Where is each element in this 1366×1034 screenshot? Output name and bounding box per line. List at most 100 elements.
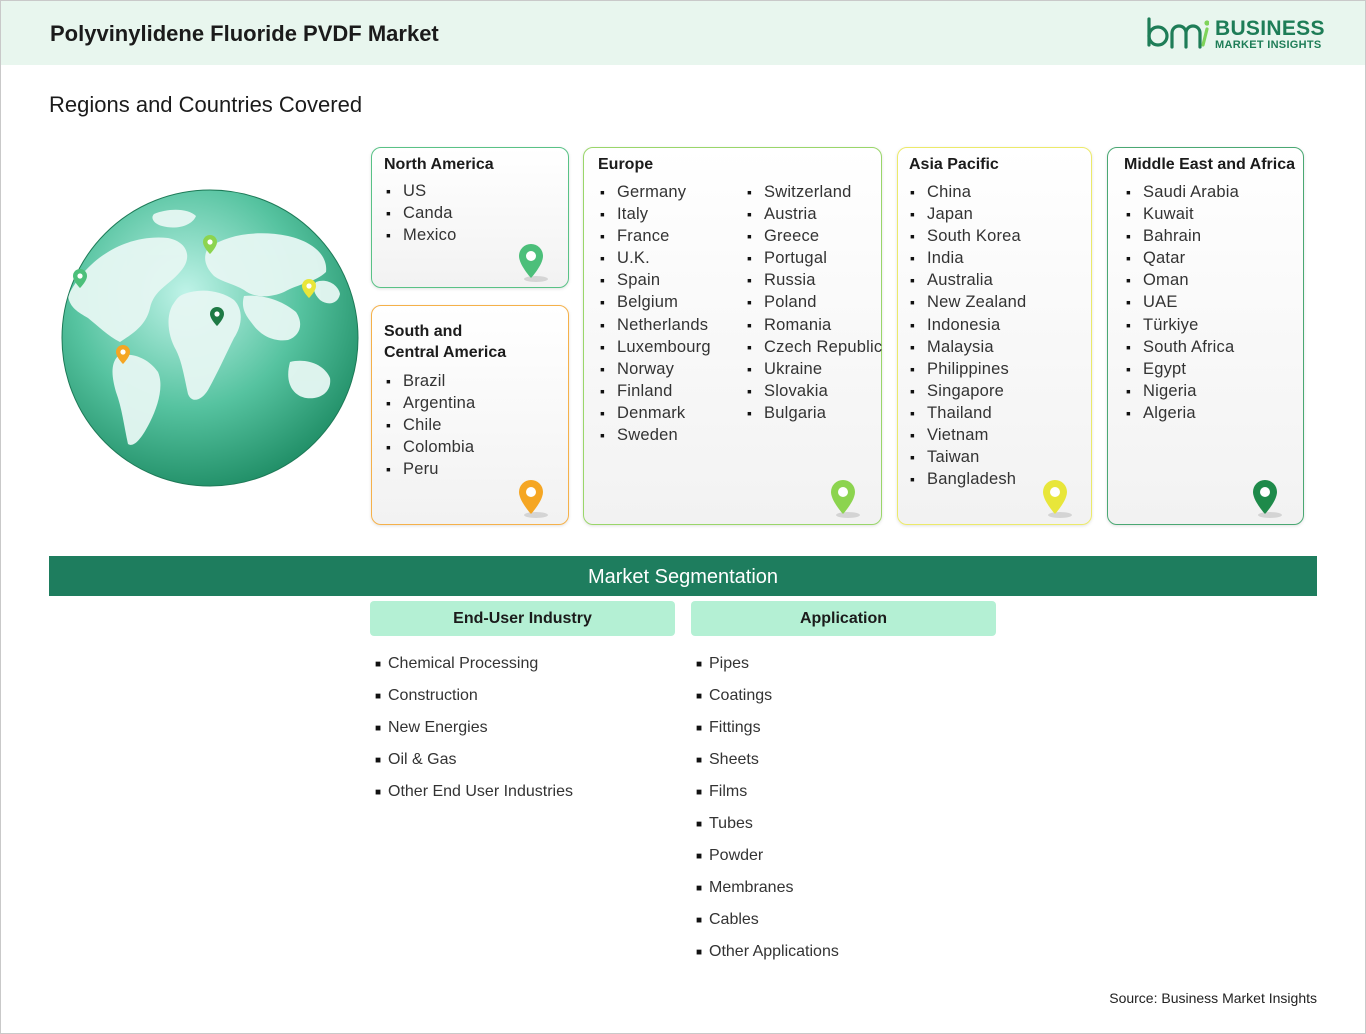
- list-item: Austria: [747, 203, 882, 225]
- list-item: Chile: [386, 414, 475, 436]
- list-item: Peru: [386, 458, 475, 480]
- list-item: Taiwan: [910, 446, 1026, 468]
- list-item: Coatings: [696, 686, 839, 718]
- list-item: Singapore: [910, 380, 1026, 402]
- list-item: Mexico: [386, 224, 456, 246]
- region-title-line-1: South and: [384, 323, 463, 340]
- list-item: New Zealand: [910, 291, 1026, 313]
- segmentation-bar: Market Segmentation: [49, 556, 1317, 596]
- country-list-col-1: GermanyItalyFranceU.K.SpainBelgiumNether…: [600, 181, 711, 446]
- list-item: Australia: [910, 269, 1026, 291]
- region-title: Europe: [598, 156, 654, 173]
- region-title: Middle East and Africa: [1124, 156, 1295, 173]
- logo-text-business: BUSINESS: [1215, 17, 1325, 40]
- list-item: Oman: [1126, 269, 1239, 291]
- list-item: Belgium: [600, 291, 711, 313]
- list-item: Spain: [600, 269, 711, 291]
- list-item: Construction: [375, 686, 573, 718]
- list-item: Films: [696, 782, 839, 814]
- list-item: Powder: [696, 846, 839, 878]
- regions-heading: Regions and Countries Covered: [49, 92, 363, 117]
- header-bar: Polyvinylidene Fluoride PVDF Market BUSI…: [1, 1, 1365, 65]
- list-item: Ukraine: [747, 358, 882, 380]
- list-item: Finland: [600, 380, 711, 402]
- region-title: North America: [384, 156, 494, 173]
- list-item: Fittings: [696, 718, 839, 750]
- segmentation-title: Market Segmentation: [587, 566, 779, 588]
- list-item: Saudi Arabia: [1126, 181, 1239, 203]
- list-item: Slovakia: [747, 380, 882, 402]
- list-item: Switzerland: [747, 181, 882, 203]
- list-item: Czech Republic: [747, 336, 882, 358]
- region-card-north-america: North America USCandaMexico: [371, 147, 569, 288]
- list-item: Membranes: [696, 878, 839, 910]
- list-item: Kuwait: [1126, 203, 1239, 225]
- list-item: Bangladesh: [910, 468, 1026, 490]
- country-list: ChinaJapanSouth KoreaIndiaAustraliaNew Z…: [910, 181, 1026, 490]
- country-list: BrazilArgentinaChileColombiaPeru: [386, 370, 475, 480]
- list-item: Colombia: [386, 436, 475, 458]
- list-item: Oil & Gas: [375, 750, 573, 782]
- list-item: Indonesia: [910, 314, 1026, 336]
- region-title-line-2: Central America: [384, 344, 507, 361]
- list-item: Qatar: [1126, 247, 1239, 269]
- brand-logo[interactable]: BUSINESS MARKET INSIGHTS: [1145, 15, 1325, 55]
- list-item: New Energies: [375, 718, 573, 750]
- list-item: U.K.: [600, 247, 711, 269]
- list-item: Portugal: [747, 247, 882, 269]
- list-item: Türkiye: [1126, 314, 1239, 336]
- list-item: Poland: [747, 291, 882, 313]
- source-note: Source: Business Market Insights: [1109, 990, 1317, 1006]
- map-pin-icon: [519, 244, 548, 282]
- bmi-logo-icon: [1147, 17, 1209, 49]
- region-card-asia-pacific: Asia Pacific ChinaJapanSouth KoreaIndiaA…: [897, 147, 1092, 525]
- list-item: Brazil: [386, 370, 475, 392]
- list-item: Russia: [747, 269, 882, 291]
- list-item: Germany: [600, 181, 711, 203]
- map-pin-icon: [519, 480, 548, 518]
- map-pin-icon: [1253, 480, 1282, 518]
- globe-icon: [61, 189, 359, 487]
- list-item: UAE: [1126, 291, 1239, 313]
- list-item: Sheets: [696, 750, 839, 782]
- region-card-middle-east-africa: Middle East and Africa Saudi ArabiaKuwai…: [1107, 147, 1304, 525]
- list-item: Pipes: [696, 654, 839, 686]
- logo-text-market-insights: MARKET INSIGHTS: [1215, 39, 1322, 51]
- list-item: US: [386, 180, 456, 202]
- list-item: Malaysia: [910, 336, 1026, 358]
- list-item: Italy: [600, 203, 711, 225]
- list-item: Vietnam: [910, 424, 1026, 446]
- list-item: Canda: [386, 202, 456, 224]
- list-item: Sweden: [600, 424, 711, 446]
- region-title: Asia Pacific: [909, 156, 999, 173]
- list-item: South Korea: [910, 225, 1026, 247]
- region-card-europe: Europe GermanyItalyFranceU.K.SpainBelgiu…: [583, 147, 882, 525]
- list-item: Thailand: [910, 402, 1026, 424]
- list-item: Egypt: [1126, 358, 1239, 380]
- list-item: India: [910, 247, 1026, 269]
- list-item: Cables: [696, 910, 839, 942]
- list-item: Algeria: [1126, 402, 1239, 424]
- list-item: Japan: [910, 203, 1026, 225]
- list-item: Bahrain: [1126, 225, 1239, 247]
- list-item: Romania: [747, 314, 882, 336]
- list-item: China: [910, 181, 1026, 203]
- segment-list-end-user-industry: Chemical ProcessingConstructionNew Energ…: [375, 654, 573, 814]
- list-item: Chemical Processing: [375, 654, 573, 686]
- country-list: Saudi ArabiaKuwaitBahrainQatarOmanUAETür…: [1126, 181, 1239, 424]
- list-item: Tubes: [696, 814, 839, 846]
- list-item: Luxembourg: [600, 336, 711, 358]
- list-item: Nigeria: [1126, 380, 1239, 402]
- list-item: Greece: [747, 225, 882, 247]
- list-item: Argentina: [386, 392, 475, 414]
- list-item: South Africa: [1126, 336, 1239, 358]
- list-item: Other Applications: [696, 942, 839, 974]
- country-list: USCandaMexico: [386, 180, 456, 246]
- list-item: Norway: [600, 358, 711, 380]
- map-pin-icon: [1043, 480, 1072, 518]
- country-list-col-2: SwitzerlandAustriaGreecePortugalRussiaPo…: [747, 181, 882, 424]
- list-item: Denmark: [600, 402, 711, 424]
- list-item: France: [600, 225, 711, 247]
- list-item: Netherlands: [600, 314, 711, 336]
- map-pin-icon: [831, 480, 860, 518]
